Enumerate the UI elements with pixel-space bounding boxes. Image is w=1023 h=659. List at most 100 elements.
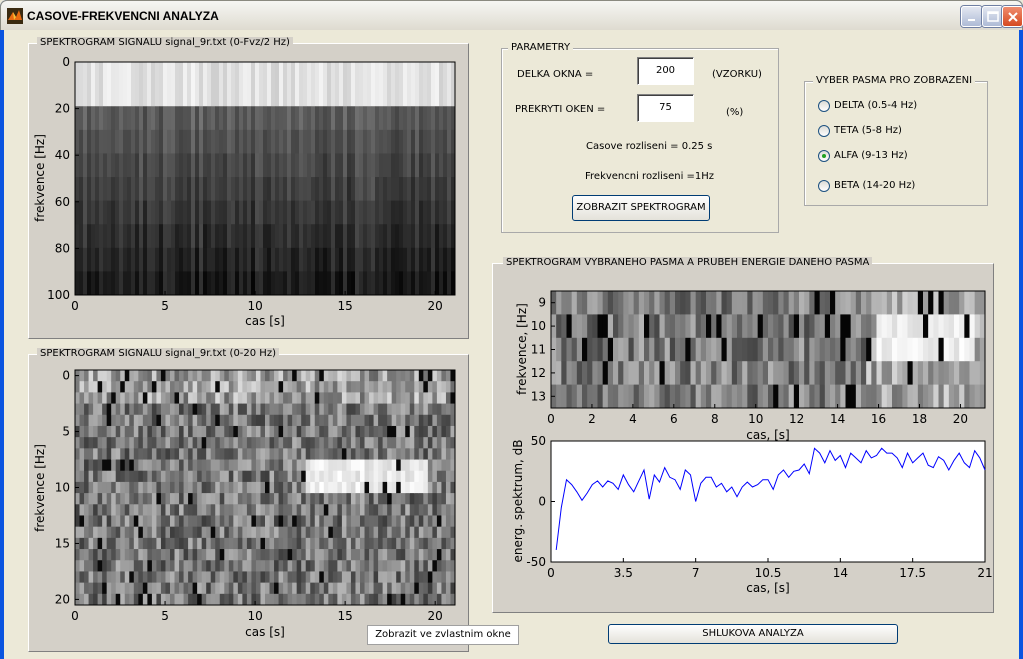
y-tick-label: 20 — [55, 102, 70, 116]
spectrogram-low-cell — [369, 504, 375, 516]
spectrogram-low-cell — [201, 481, 207, 494]
spectrogram-low-cell — [179, 481, 185, 494]
spectrogram-low-cell — [364, 504, 370, 516]
spectrogram-low-cell — [201, 493, 207, 505]
spectrogram-low-cell — [174, 392, 180, 405]
minimize-button[interactable] — [961, 6, 982, 27]
band-spectrogram-cell — [933, 291, 939, 315]
spectrogram-low-cell — [115, 425, 121, 438]
spectrogram-full-cell — [335, 271, 340, 296]
popout-window-button[interactable]: Zobrazit ve zvlastnim okne — [367, 625, 519, 645]
spectrogram-low-cell — [251, 582, 257, 595]
spectrogram-low-cell — [418, 493, 424, 505]
spectrogram-low-cell — [432, 448, 438, 461]
spectrogram-low-cell — [296, 560, 302, 572]
spectrogram-full-cell — [175, 129, 180, 154]
close-button[interactable] — [1002, 6, 1023, 27]
spectrogram-low-cell — [183, 425, 189, 438]
spectrogram-low-cell — [219, 370, 225, 382]
title-bar[interactable]: CASOVE-FREKVENCNI ANALYZA — [0, 0, 1023, 30]
spectrogram-full-cell — [127, 271, 132, 296]
spectrogram-full-cell — [87, 129, 92, 154]
spectrogram-low-cell — [265, 403, 271, 416]
spectrogram-full-cell — [211, 271, 216, 296]
spectrogram-low-cell — [373, 370, 379, 382]
band-spectrogram-cell — [644, 314, 650, 339]
spectrogram-full-cell — [139, 271, 144, 296]
window-length-input[interactable]: 200 — [637, 57, 694, 85]
spectrogram-full-cell — [231, 106, 236, 131]
spectrogram-full-cell — [119, 177, 124, 202]
spectrogram-full-cell — [315, 177, 320, 202]
spectrogram-low-cell — [215, 459, 221, 472]
radio-delta-dot[interactable] — [818, 100, 830, 112]
band-spectrogram-cell — [866, 314, 872, 339]
spectrogram-low-cell — [192, 526, 198, 539]
spectrogram-low-cell — [355, 403, 361, 416]
spectrogram-full-axes[interactable]: 0 5 10 15 20 020406080100 cas [s] frekvence … — [28, 50, 469, 340]
spectrogram-low-cell — [382, 381, 388, 393]
spectrogram-full-cell — [111, 153, 116, 178]
band-spectrogram-cell — [669, 337, 676, 362]
spectrogram-low-cell — [165, 425, 171, 438]
spectrogram-full-cell — [399, 177, 404, 202]
spectrogram-low-cell — [427, 392, 433, 405]
spectrogram-low-cell — [129, 582, 135, 595]
spectrogram-full-cell — [231, 200, 236, 225]
spectrogram-full-cell — [159, 177, 164, 202]
cluster-analysis-button[interactable]: SHLUKOVA ANALYZA — [608, 624, 898, 644]
spectrogram-full-cell — [207, 153, 212, 178]
spectrogram-full-cell — [79, 247, 84, 272]
band-spectrogram-cell — [969, 361, 976, 386]
maximize-button[interactable] — [982, 6, 1003, 27]
spectrogram-low-cell — [278, 515, 284, 528]
spectrogram-full-cell — [263, 62, 268, 107]
spectrogram-full-cell — [183, 200, 188, 225]
spectrogram-low-cell — [441, 593, 447, 606]
spectrogram-full-cell — [203, 271, 208, 296]
minimize-icon — [968, 19, 975, 21]
spectrogram-low-cell — [260, 403, 266, 416]
spectrogram-low-cell — [210, 381, 216, 393]
spectrogram-low-cell — [310, 425, 316, 438]
spectrogram-low-cell — [237, 392, 243, 405]
spectrogram-full-cell — [287, 129, 292, 154]
spectrogram-full-cell — [127, 224, 132, 249]
radio-teta-dot[interactable] — [818, 125, 830, 137]
spectrogram-full-cell — [227, 177, 232, 202]
band-spectrogram-cell — [633, 337, 640, 362]
spectrogram-low-cell — [296, 392, 302, 405]
spectrogram-low-cell — [133, 493, 139, 505]
band-spectrogram-cell — [731, 337, 738, 362]
band-axes[interactable]: 0 2 4 6 8 10 12 14 16 18 20 910111213 cas, [s] fre… — [492, 275, 994, 615]
spectrogram-low-cell — [414, 504, 420, 516]
overlap-input[interactable]: 75 — [637, 94, 694, 122]
spectrogram-low-cell — [251, 381, 257, 393]
spectrogram-low-cell — [269, 537, 275, 550]
spectrogram-low-cell — [201, 571, 207, 584]
spectrogram-low-cell — [147, 414, 153, 427]
spectrogram-full-cell — [211, 129, 216, 154]
spectrogram-low-axes[interactable]: 0 5 10 15 20 05101520 cas [s] frekvence [Hz] — [28, 362, 469, 654]
band-spectrogram-cell — [602, 291, 609, 315]
radio-alfa-dot[interactable] — [818, 150, 830, 162]
spectrogram-low-cell — [441, 481, 447, 494]
spectrogram-low-cell — [84, 504, 90, 516]
spectrogram-low-cell — [341, 403, 347, 416]
spectrogram-low-cell — [151, 493, 157, 505]
spectrogram-full-cell — [443, 247, 448, 272]
spectrogram-low-cell — [206, 504, 212, 516]
radio-beta-dot[interactable] — [818, 180, 830, 192]
spectrogram-low-cell — [423, 493, 429, 505]
spectrogram-low-cell — [301, 370, 307, 382]
spectrogram-full-cell — [95, 200, 100, 225]
spectrogram-low-cell — [97, 526, 103, 539]
spectrogram-low-cell — [323, 526, 329, 539]
spectrogram-full-cell — [431, 247, 436, 272]
spectrogram-full-cell — [355, 224, 360, 249]
band-spectrogram-cell — [690, 314, 697, 339]
spectrogram-low-cell — [84, 470, 90, 483]
spectrogram-full-cell — [411, 224, 416, 249]
show-spectrogram-button[interactable]: ZOBRAZIT SPEKTROGRAM — [572, 195, 710, 221]
spectrogram-low-cell — [337, 403, 343, 416]
